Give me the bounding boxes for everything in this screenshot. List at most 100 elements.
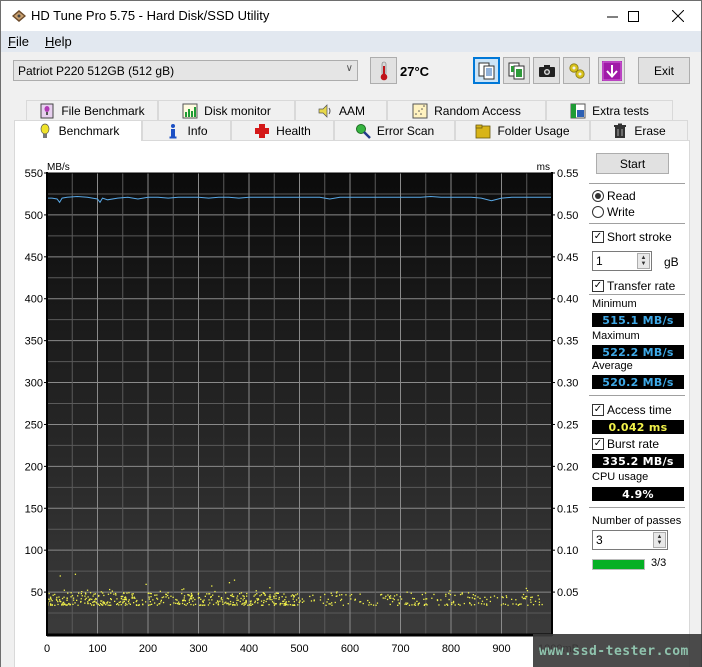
access-time-point	[232, 604, 234, 606]
tab-erase[interactable]: Erase	[590, 120, 688, 140]
access-time-point	[63, 601, 65, 603]
close-button[interactable]	[655, 1, 701, 31]
access-time-point	[186, 603, 189, 605]
access-time-point	[354, 599, 356, 601]
access-time-point	[132, 593, 134, 595]
access-time-point	[226, 603, 228, 605]
menu-help[interactable]: Help	[45, 34, 72, 49]
start-button[interactable]: Start	[596, 153, 669, 174]
access-time-point	[263, 601, 265, 604]
short-stroke-checkbox[interactable]: ✓ Short stroke	[592, 230, 672, 244]
access-time-checkbox[interactable]: ✓ Access time	[592, 403, 672, 417]
access-time-point	[207, 604, 210, 606]
burst-rate-checkbox[interactable]: ✓ Burst rate	[592, 437, 659, 451]
tab-extra-tests[interactable]: Extra tests	[546, 100, 673, 120]
access-time-point	[84, 595, 86, 597]
access-time-point	[480, 603, 483, 605]
access-time-point	[408, 604, 411, 606]
transfer-rate-checkbox[interactable]: ✓ Transfer rate	[592, 279, 675, 293]
tab-disk-monitor[interactable]: Disk monitor	[158, 100, 295, 120]
access-time-point	[376, 602, 379, 604]
read-radio[interactable]: Read	[592, 189, 636, 203]
temperature-button[interactable]	[370, 57, 397, 84]
x-tick-label: 900	[492, 643, 510, 655]
copy-text-button[interactable]	[473, 57, 500, 84]
access-time-point	[530, 596, 532, 599]
tab-benchmark[interactable]: Benchmark	[14, 120, 142, 141]
access-time-point	[145, 583, 147, 586]
access-time-point	[89, 592, 92, 594]
access-time-point	[131, 593, 133, 595]
access-time-point	[445, 595, 447, 597]
tab-random-access[interactable]: Random Access	[387, 100, 546, 120]
spinner-arrows-icon[interactable]: ▲ ▼	[637, 253, 650, 269]
access-time-point	[118, 604, 120, 606]
screenshot-button[interactable]	[533, 57, 560, 84]
tab-error-scan[interactable]: Error Scan	[334, 120, 455, 140]
tab-info[interactable]: Info	[142, 120, 231, 140]
access-time-point	[384, 597, 386, 599]
access-time-point	[273, 595, 275, 598]
access-time-point	[57, 601, 59, 603]
access-time-point	[149, 604, 151, 606]
y-tick-label-left: 250	[25, 419, 43, 431]
pass-progress-bar	[592, 559, 645, 570]
access-time-point	[141, 599, 143, 601]
access-time-point	[101, 600, 103, 602]
access-time-point	[134, 597, 136, 599]
access-time-point	[203, 604, 205, 606]
y-axis-label-left: MB/s	[47, 162, 70, 173]
exit-button[interactable]: Exit	[638, 57, 690, 84]
access-time-point	[107, 604, 109, 606]
access-time-point	[309, 595, 311, 598]
short-stroke-spinner[interactable]: 1 ▲ ▼	[592, 251, 652, 271]
chevron-down-icon: ∨	[345, 63, 353, 74]
access-time-point	[107, 593, 110, 595]
access-time-point	[264, 594, 266, 596]
write-radio[interactable]: Write	[592, 205, 635, 219]
y-tick-label-left: 50	[31, 587, 43, 599]
tab-health[interactable]: Health	[231, 120, 334, 140]
access-time-point	[81, 595, 83, 597]
passes-spinner[interactable]: 3 ▲ ▼	[592, 530, 668, 550]
access-time-point	[319, 596, 322, 598]
access-time-point	[359, 601, 361, 603]
save-button[interactable]	[598, 57, 625, 84]
tab-aam[interactable]: AAM	[295, 100, 387, 120]
benchmark-panel: 50 100 150 200 250 300 350 400 450 500 550 0.05 0.10…	[14, 140, 690, 667]
drive-select[interactable]: Patriot P220 512GB (512 gB) ∨	[13, 60, 358, 81]
access-time-point	[131, 595, 133, 597]
x-tick-label: 600	[341, 643, 359, 655]
access-time-point	[61, 603, 63, 605]
access-time-point	[96, 603, 98, 605]
access-time-point	[242, 599, 244, 601]
access-time-point	[59, 599, 61, 601]
access-time-point	[254, 601, 256, 604]
access-time-point	[319, 599, 322, 601]
access-time-point	[70, 592, 72, 594]
access-time-point	[496, 597, 499, 599]
access-time-point	[149, 601, 151, 603]
access-time-point	[375, 604, 377, 606]
access-time-point	[156, 597, 158, 599]
access-time-point	[100, 591, 102, 593]
options-button[interactable]	[563, 57, 590, 84]
access-time-point	[145, 601, 147, 603]
y-tick-label-right: 0.20	[557, 461, 578, 473]
access-time-point	[342, 604, 344, 606]
access-time-point	[217, 604, 220, 606]
pass-progress-text: 3/3	[651, 557, 667, 569]
tab-folder-usage[interactable]: Folder Usage	[455, 120, 590, 140]
y-tick-label-left: 150	[25, 503, 43, 515]
maximize-button[interactable]	[610, 1, 656, 31]
access-time-point	[122, 598, 124, 601]
spinner-arrows-icon[interactable]: ▲ ▼	[653, 532, 666, 548]
access-time-point	[66, 597, 68, 600]
access-time-point	[162, 596, 165, 598]
access-time-point	[239, 600, 241, 603]
access-time-point	[531, 596, 533, 598]
copy-image-button[interactable]	[503, 57, 530, 84]
tab-file-benchmark[interactable]: File Benchmark	[26, 100, 158, 120]
access-time-point	[486, 604, 488, 606]
menu-file[interactable]: File	[8, 34, 29, 49]
